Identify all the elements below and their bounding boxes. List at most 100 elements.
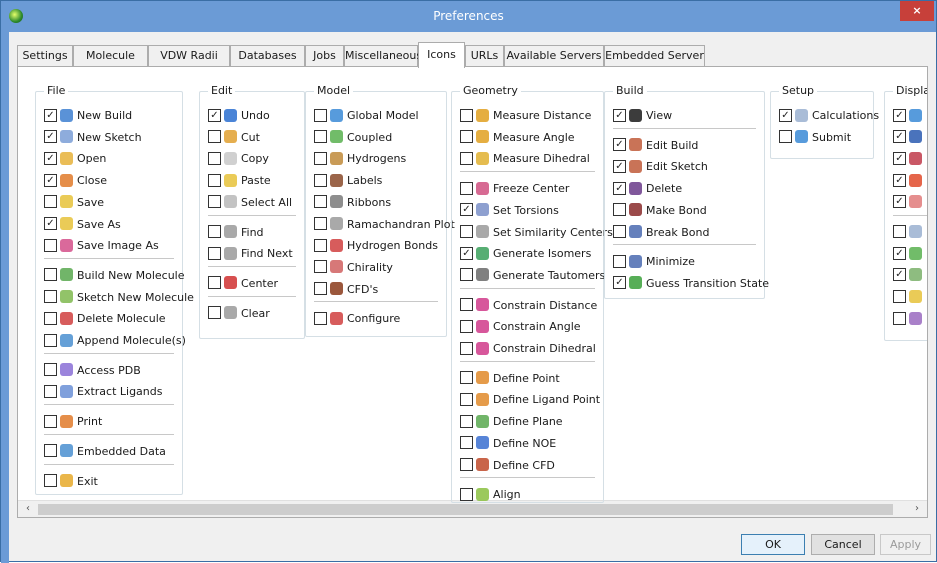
checkbox-define-point[interactable] [460,371,473,385]
checkbox-display-2[interactable]: ✓ [893,130,906,144]
option-find-next[interactable]: Find Next [208,246,293,262]
checkbox-measure-distance[interactable] [460,108,473,122]
checkbox-cfd-s[interactable] [314,282,327,296]
option-save-as[interactable]: ✓ Save As [44,217,121,233]
option-paste[interactable]: Paste [208,173,271,189]
checkbox-delete[interactable]: ✓ [613,181,626,195]
option-constrain-distance[interactable]: Constrain Distance [460,298,597,314]
checkbox-hydrogen-bonds[interactable] [314,238,327,252]
apply-button[interactable]: Apply [880,534,931,555]
option-center[interactable]: Center [208,276,278,292]
option-chirality[interactable]: Chirality [314,260,393,276]
checkbox-sketch-new-molecule[interactable] [44,290,57,304]
option-align[interactable]: Align [460,487,521,503]
checkbox-calculations[interactable]: ✓ [779,108,792,122]
checkbox-constrain-distance[interactable] [460,298,473,312]
option-close[interactable]: ✓ Close [44,173,107,189]
checkbox-set-similarity-centers[interactable] [460,225,473,238]
checkbox-save-as[interactable]: ✓ [44,217,57,230]
checkbox-define-ligand-point[interactable] [460,392,473,406]
option-define-noe[interactable]: Define NOE [460,436,556,452]
option-configure[interactable]: Configure [314,311,400,327]
option-break-bond[interactable]: Break Bond [613,225,709,241]
ok-button[interactable]: OK [741,534,805,555]
checkbox-find[interactable] [208,225,221,238]
checkbox-select-all[interactable] [208,195,221,209]
checkbox-new-sketch[interactable]: ✓ [44,130,57,144]
option-save-image-as[interactable]: Save Image As [44,238,159,254]
option-new-build[interactable]: ✓ New Build [44,108,132,124]
checkbox-view[interactable]: ✓ [613,108,626,122]
checkbox-close[interactable]: ✓ [44,173,57,187]
checkbox-exit[interactable] [44,474,57,487]
tab-jobs[interactable]: Jobs [305,45,344,67]
scroll-right-icon[interactable]: › [909,501,925,517]
checkbox-display-3[interactable]: ✓ [893,151,906,165]
option-display-10[interactable] [893,311,926,327]
checkbox-define-cfd[interactable] [460,458,473,471]
option-generate-isomers[interactable]: ✓ Generate Isomers [460,246,591,262]
checkbox-edit-sketch[interactable]: ✓ [613,159,626,173]
option-display-2[interactable]: ✓ [893,130,926,146]
checkbox-display-7[interactable]: ✓ [893,246,906,260]
option-measure-distance[interactable]: Measure Distance [460,108,591,124]
checkbox-cut[interactable] [208,130,221,144]
checkbox-display-1[interactable]: ✓ [893,108,906,122]
option-display-4[interactable]: ✓ [893,173,926,189]
checkbox-ramachandran-plot[interactable] [314,217,327,230]
checkbox-display-10[interactable] [893,311,906,325]
checkbox-define-plane[interactable] [460,414,473,428]
checkbox-configure[interactable] [314,311,327,325]
option-coupled[interactable]: Coupled [314,130,392,146]
option-generate-tautomers[interactable]: Generate Tautomers [460,268,605,284]
option-constrain-dihedral[interactable]: Constrain Dihedral [460,341,596,357]
checkbox-hydrogens[interactable] [314,151,327,165]
option-access-pdb[interactable]: Access PDB [44,363,141,379]
checkbox-break-bond[interactable] [613,225,626,238]
option-measure-dihedral[interactable]: Measure Dihedral [460,151,590,167]
option-guess-transition-state[interactable]: ✓ Guess Transition State [613,276,769,292]
option-embedded-data[interactable]: Embedded Data [44,444,166,460]
option-delete-molecule[interactable]: Delete Molecule [44,311,166,327]
cancel-button[interactable]: Cancel [811,534,875,555]
checkbox-chirality[interactable] [314,260,327,274]
option-display-1[interactable]: ✓ [893,108,926,124]
option-constrain-angle[interactable]: Constrain Angle [460,319,581,335]
option-freeze-center[interactable]: Freeze Center [460,181,569,197]
option-make-bond[interactable]: Make Bond [613,203,707,219]
checkbox-undo[interactable]: ✓ [208,108,221,122]
tab-available-servers[interactable]: Available Servers [504,45,604,67]
option-save[interactable]: Save [44,195,104,211]
option-ribbons[interactable]: Ribbons [314,195,391,211]
option-build-new-molecule[interactable]: Build New Molecule [44,268,185,284]
option-hydrogen-bonds[interactable]: Hydrogen Bonds [314,238,438,254]
scrollbar-thumb[interactable] [38,504,893,515]
checkbox-copy[interactable] [208,151,221,165]
checkbox-print[interactable] [44,414,57,428]
option-edit-sketch[interactable]: ✓ Edit Sketch [613,159,708,175]
checkbox-delete-molecule[interactable] [44,311,57,325]
checkbox-save-image-as[interactable] [44,238,57,252]
option-cut[interactable]: Cut [208,130,260,146]
checkbox-embedded-data[interactable] [44,444,57,458]
option-display-7[interactable]: ✓ [893,246,926,262]
option-set-torsions[interactable]: ✓ Set Torsions [460,203,559,219]
checkbox-display-5[interactable]: ✓ [893,195,906,209]
option-undo[interactable]: ✓ Undo [208,108,270,124]
checkbox-extract-ligands[interactable] [44,384,57,398]
tab-miscellaneous[interactable]: Miscellaneous [344,45,422,67]
option-submit[interactable]: Submit [779,130,851,146]
checkbox-make-bond[interactable] [613,203,626,217]
option-view[interactable]: ✓ View [613,108,672,124]
checkbox-align[interactable] [460,487,473,501]
option-ramachandran-plot[interactable]: Ramachandran Plot [314,217,455,233]
option-display-9[interactable] [893,290,926,306]
option-define-plane[interactable]: Define Plane [460,414,563,430]
checkbox-generate-tautomers[interactable] [460,268,473,282]
option-exit[interactable]: Exit [44,474,98,490]
close-window-button[interactable]: × [900,1,934,21]
option-define-point[interactable]: Define Point [460,371,560,387]
option-hydrogens[interactable]: Hydrogens [314,151,406,167]
checkbox-global-model[interactable] [314,108,327,122]
checkbox-build-new-molecule[interactable] [44,268,57,282]
